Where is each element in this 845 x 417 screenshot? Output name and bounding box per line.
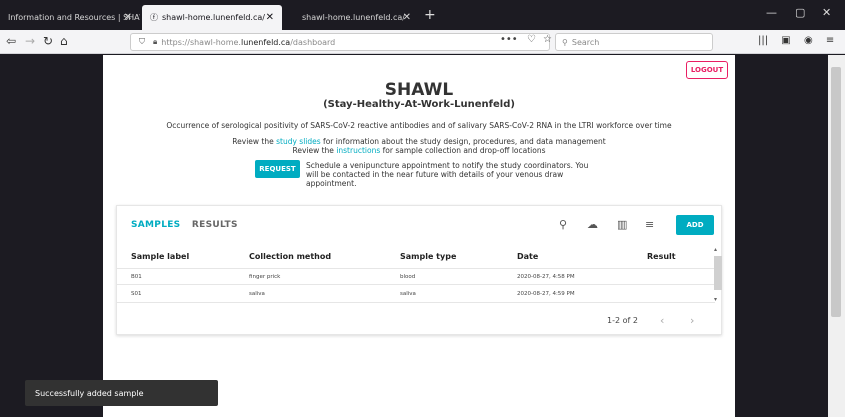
more-icon[interactable]: •••	[500, 34, 518, 45]
cell-label: B01	[131, 274, 142, 280]
forward-icon[interactable]: →	[25, 34, 35, 49]
card-tabs: SAMPLES RESULTS	[131, 220, 238, 230]
request-button[interactable]: REQUEST	[255, 160, 300, 178]
close-tab-icon[interactable]: ✕	[124, 12, 132, 23]
page-background-right	[735, 55, 828, 417]
table-scroll-thumb[interactable]	[714, 256, 722, 290]
samples-card: SAMPLES RESULTS ⚲ ☁ ▥ ≡ ADD Sample label…	[116, 205, 722, 335]
table-footer: 1-2 of 2 ‹ ›	[117, 306, 723, 336]
cloud-download-icon[interactable]: ☁	[587, 218, 598, 231]
scrollbar-thumb[interactable]	[831, 67, 841, 317]
pocket-icon[interactable]: ♡	[527, 34, 536, 45]
logout-button[interactable]: LOGOUT	[686, 61, 728, 79]
study-description: Occurrence of serological positivity of …	[166, 121, 672, 130]
url-domain: lunenfeld.ca	[240, 37, 291, 47]
add-button[interactable]: ADD	[676, 215, 714, 235]
cell-date: 2020-08-27, 4:58 PM	[517, 274, 575, 280]
cell-label: S01	[131, 291, 142, 297]
tab-title: shawl-home.lunenfeld.ca/	[302, 13, 405, 22]
cell-type: blood	[400, 274, 416, 280]
lock-icon: 🔒︎	[153, 37, 158, 46]
filter-icon[interactable]: ≡	[645, 218, 654, 231]
url-prefix: https://shawl-home.	[161, 37, 241, 47]
table-row[interactable]: B01 finger prick blood 2020-08-27, 4:58 …	[117, 268, 715, 285]
reload-icon[interactable]: ↻	[43, 34, 53, 49]
column-header-collection-method[interactable]: Collection method	[249, 252, 331, 261]
instructions-link[interactable]: instructions	[336, 146, 380, 155]
library-icon[interactable]: |||	[758, 35, 768, 46]
tab-title: Information and Resources | SHAW	[8, 13, 140, 22]
next-page-icon[interactable]: ›	[690, 314, 694, 327]
view-columns-icon[interactable]: ▥	[617, 218, 627, 231]
url-path: /dashboard	[290, 37, 336, 47]
request-description: Schedule a venipuncture appointment to n…	[306, 161, 589, 188]
review-slides-line: Review the study slides for information …	[103, 137, 735, 146]
review-instructions-line: Review the instructions for sample colle…	[103, 146, 735, 155]
maximize-icon[interactable]: ▢	[795, 6, 805, 19]
cell-type: saliva	[400, 291, 416, 297]
url-bar[interactable]: ⛉ 🔒︎ https://shawl-home. lunenfeld.ca/das…	[130, 33, 550, 51]
close-window-icon[interactable]: ✕	[822, 6, 831, 19]
review2-suffix: for sample collection and drop-off locat…	[380, 146, 546, 155]
snackbar-toast: Successfully added sample	[25, 380, 218, 406]
tab-samples[interactable]: SAMPLES	[131, 220, 180, 230]
search-placeholder: Search	[571, 37, 600, 47]
review-prefix: Review the	[232, 137, 277, 146]
close-tab-icon[interactable]: ✕	[403, 12, 411, 23]
browser-nav-bar: ⇦ → ↻ ⌂ ⛉ 🔒︎ https://shawl-home. lunenfel…	[0, 30, 845, 54]
browser-tab[interactable]: Information and Resources | SHAW ✕	[0, 5, 140, 30]
new-tab-icon[interactable]: +	[424, 8, 436, 22]
search-icon: ⚲	[562, 37, 568, 47]
close-tab-icon[interactable]: ✕	[266, 12, 274, 23]
minimize-icon[interactable]: —	[766, 6, 777, 19]
column-header-result[interactable]: Result	[647, 252, 676, 261]
menu-icon[interactable]: ≡	[826, 35, 834, 46]
scroll-down-icon[interactable]: ▾	[714, 296, 717, 303]
account-icon[interactable]: ◉	[804, 35, 813, 46]
table-scrollbar[interactable]: ▴ ▾	[714, 246, 722, 306]
scroll-up-icon[interactable]: ▴	[714, 246, 717, 253]
previous-page-icon[interactable]: ‹	[660, 314, 664, 327]
review2-prefix: Review the	[292, 146, 337, 155]
shield-icon: ⛉	[139, 37, 145, 46]
page-scrollbar[interactable]	[828, 55, 845, 417]
bookmark-star-icon[interactable]: ☆	[543, 34, 552, 45]
page-actions: ••• ♡ ☆	[500, 34, 552, 45]
page-subtitle: (Stay-Healthy-At-Work-Lunenfeld)	[323, 99, 515, 110]
page-title: SHAWL	[384, 80, 454, 100]
sidebar-icon[interactable]: ▣	[781, 35, 790, 46]
browser-tab-active[interactable]: ⓕ shawl-home.lunenfeld.ca/ ✕	[142, 5, 282, 30]
tab-results[interactable]: RESULTS	[192, 220, 238, 230]
study-slides-link[interactable]: study slides	[276, 137, 321, 146]
search-input[interactable]: ⚲ Search	[555, 33, 713, 51]
pagination-count: 1-2 of 2	[607, 316, 638, 325]
tab-title: shawl-home.lunenfeld.ca/	[162, 13, 265, 22]
browser-tab-bar: Information and Resources | SHAW ✕ ⓕ sha…	[0, 0, 845, 30]
table-row[interactable]: S01 saliva saliva 2020-08-27, 4:59 PM	[117, 286, 715, 303]
toolbar-icons: ||| ▣ ◉ ≡	[758, 35, 834, 46]
search-icon[interactable]: ⚲	[559, 218, 567, 231]
home-icon[interactable]: ⌂	[60, 34, 68, 49]
main-content: LOGOUT SHAWL (Stay-Healthy-At-Work-Lunen…	[103, 55, 735, 417]
column-header-sample-type[interactable]: Sample type	[400, 252, 456, 261]
page-background-left	[0, 55, 103, 417]
cell-method: finger prick	[249, 274, 281, 280]
review-suffix: for information about the study design, …	[320, 137, 606, 146]
cell-method: saliva	[249, 291, 265, 297]
column-header-date[interactable]: Date	[517, 252, 538, 261]
browser-tab[interactable]: shawl-home.lunenfeld.ca/ ✕	[284, 5, 419, 30]
column-header-sample-label[interactable]: Sample label	[131, 252, 189, 261]
globe-icon: ⓕ	[150, 13, 158, 22]
cell-date: 2020-08-27, 4:59 PM	[517, 291, 575, 297]
back-icon[interactable]: ⇦	[6, 34, 16, 49]
